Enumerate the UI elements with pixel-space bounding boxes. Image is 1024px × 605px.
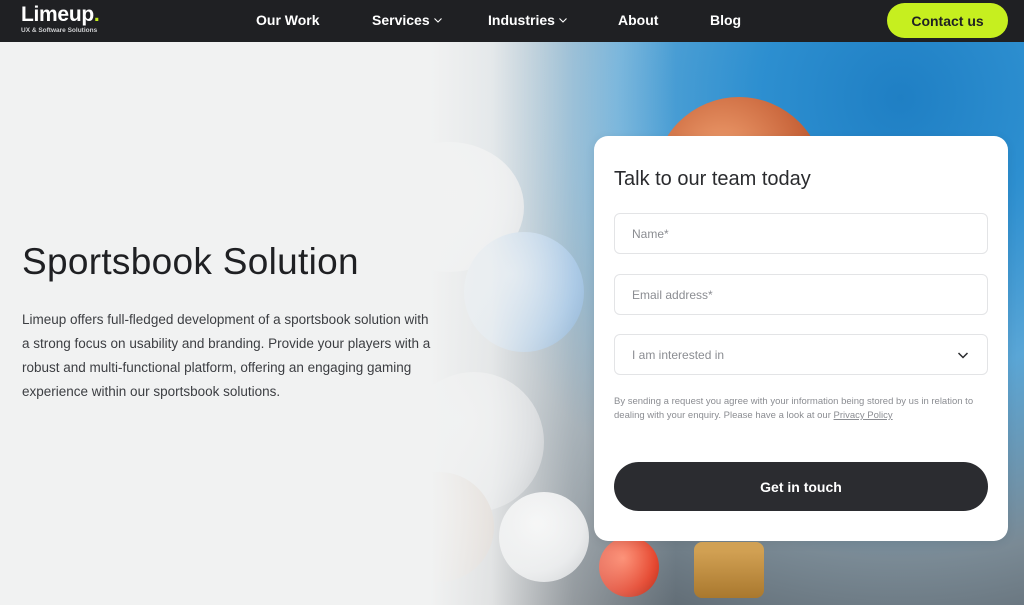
brand-tagline: UX & Software Solutions	[21, 27, 98, 34]
contact-us-button[interactable]: Contact us	[887, 3, 1008, 38]
brand-dot: .	[93, 3, 100, 26]
nav-item-label: Our Work	[256, 12, 320, 28]
privacy-policy-link[interactable]: Privacy Policy	[834, 410, 893, 421]
nav-item-label: About	[618, 12, 659, 28]
email-field[interactable]	[614, 274, 988, 315]
hero-description: Limeup offers full-fledged development o…	[22, 312, 431, 399]
brand-logo[interactable]: Limeup. UX & Software Solutions	[21, 2, 100, 34]
nav-item-label: Services	[372, 12, 430, 28]
form-title: Talk to our team today	[614, 168, 811, 190]
consent-body: By sending a request you agree with your…	[614, 396, 974, 421]
nav-item-label: Blog	[710, 12, 742, 28]
page-title: Sportsbook Solution	[22, 241, 359, 282]
nav-item-industries[interactable]: Industries	[488, 11, 568, 29]
name-field[interactable]	[614, 213, 988, 254]
nav-item-blog[interactable]: Blog	[710, 11, 741, 29]
chevron-down-icon	[957, 351, 969, 359]
interest-select-label: I am interested in	[632, 347, 725, 362]
nav-item-our-work[interactable]: Our Work	[256, 11, 320, 29]
top-navigation: Limeup. UX & Software Solutions Our Work…	[0, 0, 1024, 42]
chevron-down-icon	[433, 18, 442, 23]
chevron-down-icon	[559, 18, 567, 23]
get-in-touch-button[interactable]: Get in touch	[614, 462, 988, 511]
consent-text: By sending a request you agree with your…	[614, 395, 990, 423]
brand-name: Limeup	[21, 3, 94, 26]
nav-item-label: Industries	[488, 12, 555, 28]
nav-item-services[interactable]: Services	[372, 11, 443, 29]
contact-form-card: Talk to our team today I am interested i…	[594, 136, 1008, 541]
nav-item-about[interactable]: About	[618, 11, 658, 29]
interest-select[interactable]: I am interested in	[614, 334, 988, 375]
